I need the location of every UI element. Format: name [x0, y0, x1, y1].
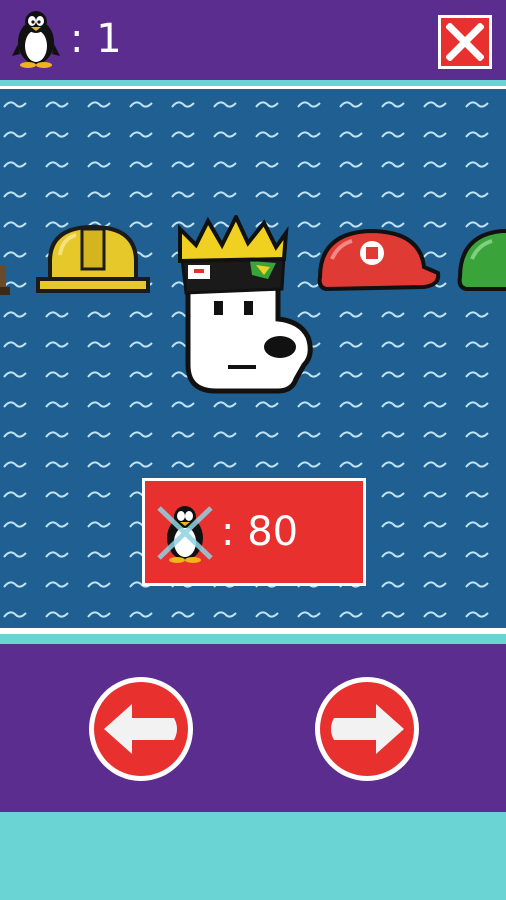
character-with-crown-bandana-hat[interactable] [172, 215, 322, 401]
brown-hat-icon[interactable] [0, 257, 12, 297]
hard-hat-icon[interactable] [36, 221, 150, 297]
penguin-count-text: : 1 [70, 16, 122, 62]
close-x-icon [446, 23, 484, 61]
buy-hat-button[interactable]: : 80 [142, 478, 366, 586]
bottom-bar [0, 812, 506, 900]
penguin-counter: : 1 [8, 8, 122, 70]
hat-price-text: : 80 [221, 509, 299, 555]
controls-panel [0, 644, 506, 812]
previous-hat-button[interactable] [86, 674, 196, 784]
close-button[interactable] [438, 15, 492, 69]
green-cap-icon[interactable] [452, 223, 506, 299]
red-cap-icon[interactable] [312, 223, 444, 299]
next-hat-button[interactable] [312, 674, 422, 784]
penguin-icon [12, 11, 60, 68]
top-bar: : 1 [0, 0, 506, 80]
penguin-crossed-icon [157, 506, 213, 563]
